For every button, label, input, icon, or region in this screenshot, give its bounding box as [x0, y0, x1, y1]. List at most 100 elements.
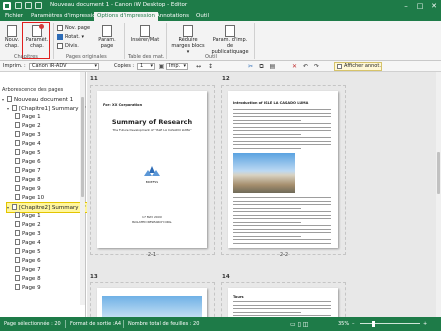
- print-icon[interactable]: ▣: [158, 63, 165, 70]
- tree-root[interactable]: ▾ Nouveau document 1: [2, 95, 73, 104]
- tree-page-label: Page 1: [22, 114, 41, 120]
- maximize-button[interactable]: □: [413, 0, 427, 12]
- page-icon: [15, 131, 20, 137]
- new-chapter-icon: [7, 25, 17, 37]
- tree-page-item[interactable]: Page 5: [15, 248, 41, 257]
- tree-page-item[interactable]: Page 6: [15, 158, 41, 167]
- page-icon: [15, 257, 20, 263]
- tree-page-item[interactable]: Page 3: [15, 131, 41, 140]
- tree-page-label: Page 1: [22, 213, 41, 219]
- cut-icon[interactable]: ✂: [247, 63, 254, 70]
- text-line: [233, 225, 331, 226]
- tree-page-item[interactable]: Page 1: [15, 212, 41, 221]
- page-settings-button[interactable]: Param. page: [95, 25, 119, 49]
- insert-toc-button[interactable]: Insérer/Mat: [128, 25, 162, 43]
- save-icon[interactable]: [15, 2, 22, 9]
- status-bar: Page sélectionnée : 20 Format de sortie …: [0, 317, 441, 331]
- redo-icon[interactable]: ↷: [313, 63, 320, 70]
- text-line: [233, 301, 331, 302]
- text-line: [233, 126, 331, 128]
- tree-page-item[interactable]: Page 4: [15, 140, 41, 149]
- tree-page-item[interactable]: Page 7: [15, 266, 41, 275]
- page-icon: [15, 167, 20, 173]
- divide-button[interactable]: Divis.: [57, 43, 79, 49]
- print-publication-button[interactable]: Param. d'imp. de publicatiquage: [209, 25, 251, 55]
- chapter-icon: [12, 105, 17, 111]
- tree-page-item[interactable]: Page 5: [15, 149, 41, 158]
- tree-page-item[interactable]: Page 1: [15, 113, 41, 122]
- minimize-button[interactable]: –: [399, 0, 413, 12]
- tree-page-item[interactable]: Page 2: [15, 122, 41, 131]
- tab-print-settings[interactable]: Paramètres d'impression: [28, 12, 102, 21]
- tree-page-label: Page 10: [22, 195, 45, 201]
- undo-icon[interactable]: ↶: [302, 63, 309, 70]
- printer-select[interactable]: Canon iR-ADV: [29, 63, 99, 70]
- checkbox-icon: [337, 64, 342, 69]
- print-mode-select[interactable]: Imp.: [166, 63, 188, 70]
- tree-chapter-1[interactable]: ▾ [Chapitre1] Summary of R: [7, 104, 91, 113]
- tree-page-label: Page 6: [22, 159, 41, 165]
- page-thumb-11[interactable]: For: XX Corporation Summary of Research …: [97, 91, 207, 248]
- paste-icon[interactable]: ▤: [269, 63, 276, 70]
- zoom-slider[interactable]: [360, 323, 420, 324]
- group-separator: [124, 23, 125, 59]
- view-mode-icon[interactable]: ▭ ▯ ◫: [290, 321, 308, 328]
- close-button[interactable]: ✕: [427, 0, 441, 12]
- text-line: [233, 147, 301, 149]
- tree-page-item[interactable]: Page 8: [15, 275, 41, 284]
- p11-heading: Summary of Research: [111, 118, 193, 126]
- text-line: [233, 109, 331, 110]
- tree-page-item[interactable]: Page 4: [15, 239, 41, 248]
- tree-page-item[interactable]: Page 9: [15, 185, 41, 194]
- preview-scrollbar[interactable]: [436, 72, 441, 317]
- group-label-original-pages: Pages originales: [66, 54, 107, 60]
- tree-scrollbar[interactable]: [80, 72, 85, 305]
- tree-page-item[interactable]: Page 10: [15, 194, 44, 203]
- scrollbar-thumb[interactable]: [81, 97, 84, 197]
- tree-page-label: Page 6: [22, 258, 41, 264]
- zoom-out-icon[interactable]: –: [352, 321, 355, 327]
- zoom-slider-handle[interactable]: [372, 321, 375, 327]
- tree-chapter-2[interactable]: ▾ [Chapitre2] Summary of R: [6, 202, 91, 213]
- tab-print-options[interactable]: Options d'impression: [94, 12, 158, 21]
- page-icon: [15, 158, 20, 164]
- zoom-in-icon[interactable]: +: [423, 321, 427, 327]
- page-settings-icon: [102, 25, 112, 37]
- tree-page-item[interactable]: Page 7: [15, 167, 41, 176]
- tree-page-label: Page 5: [22, 249, 41, 255]
- text-line: [233, 116, 331, 117]
- page-icon: [15, 239, 20, 245]
- text-line: [233, 218, 331, 219]
- page-caption-12: 2-2: [279, 252, 289, 258]
- p11-subtitle: The Future Development of "ISLE LA CASAD…: [112, 128, 192, 132]
- tab-file[interactable]: Fichier: [2, 12, 26, 21]
- tree-page-item[interactable]: Page 8: [15, 176, 41, 185]
- copy-icon[interactable]: ⧉: [258, 63, 265, 70]
- reduce-margins-button[interactable]: Réduire marges blocs ▾: [170, 25, 206, 55]
- text-line: [233, 197, 331, 198]
- group-separator: [254, 23, 255, 59]
- tree-page-item[interactable]: Page 3: [15, 230, 41, 239]
- new-page-button[interactable]: Nov. page: [57, 25, 90, 31]
- tab-annotations[interactable]: Annotations: [153, 12, 192, 21]
- redo-icon[interactable]: [35, 2, 42, 9]
- fit-height-icon[interactable]: ↕: [207, 63, 214, 70]
- new-chapter-button[interactable]: Nouv. chap.: [3, 25, 21, 49]
- show-annotations-toggle[interactable]: Afficher annot.: [334, 62, 382, 71]
- tab-tool[interactable]: Outil: [193, 12, 212, 21]
- tree-page-item[interactable]: Page 6: [15, 257, 41, 266]
- tree-page-item[interactable]: Page 9: [15, 284, 41, 293]
- scrollbar-thumb[interactable]: [437, 152, 440, 194]
- copies-input[interactable]: 1: [137, 63, 155, 70]
- tree-page-item[interactable]: Page 2: [15, 221, 41, 230]
- print-toolbar: Imprim. : Canon iR-ADV Copies : 1 ▣ Imp.…: [0, 61, 441, 72]
- rotate-button[interactable]: Rotat. ▾: [57, 34, 84, 40]
- text-line: [233, 112, 331, 114]
- page-number-14: 14: [222, 274, 230, 280]
- page-icon: [15, 275, 20, 281]
- fit-width-icon[interactable]: ↔: [195, 63, 202, 70]
- text-line: [233, 119, 301, 121]
- delete-icon[interactable]: ✕: [291, 63, 298, 70]
- page-thumb-12[interactable]: Introduction of ISLE LA CASADO LUMA: [228, 91, 338, 248]
- undo-icon[interactable]: [25, 2, 32, 9]
